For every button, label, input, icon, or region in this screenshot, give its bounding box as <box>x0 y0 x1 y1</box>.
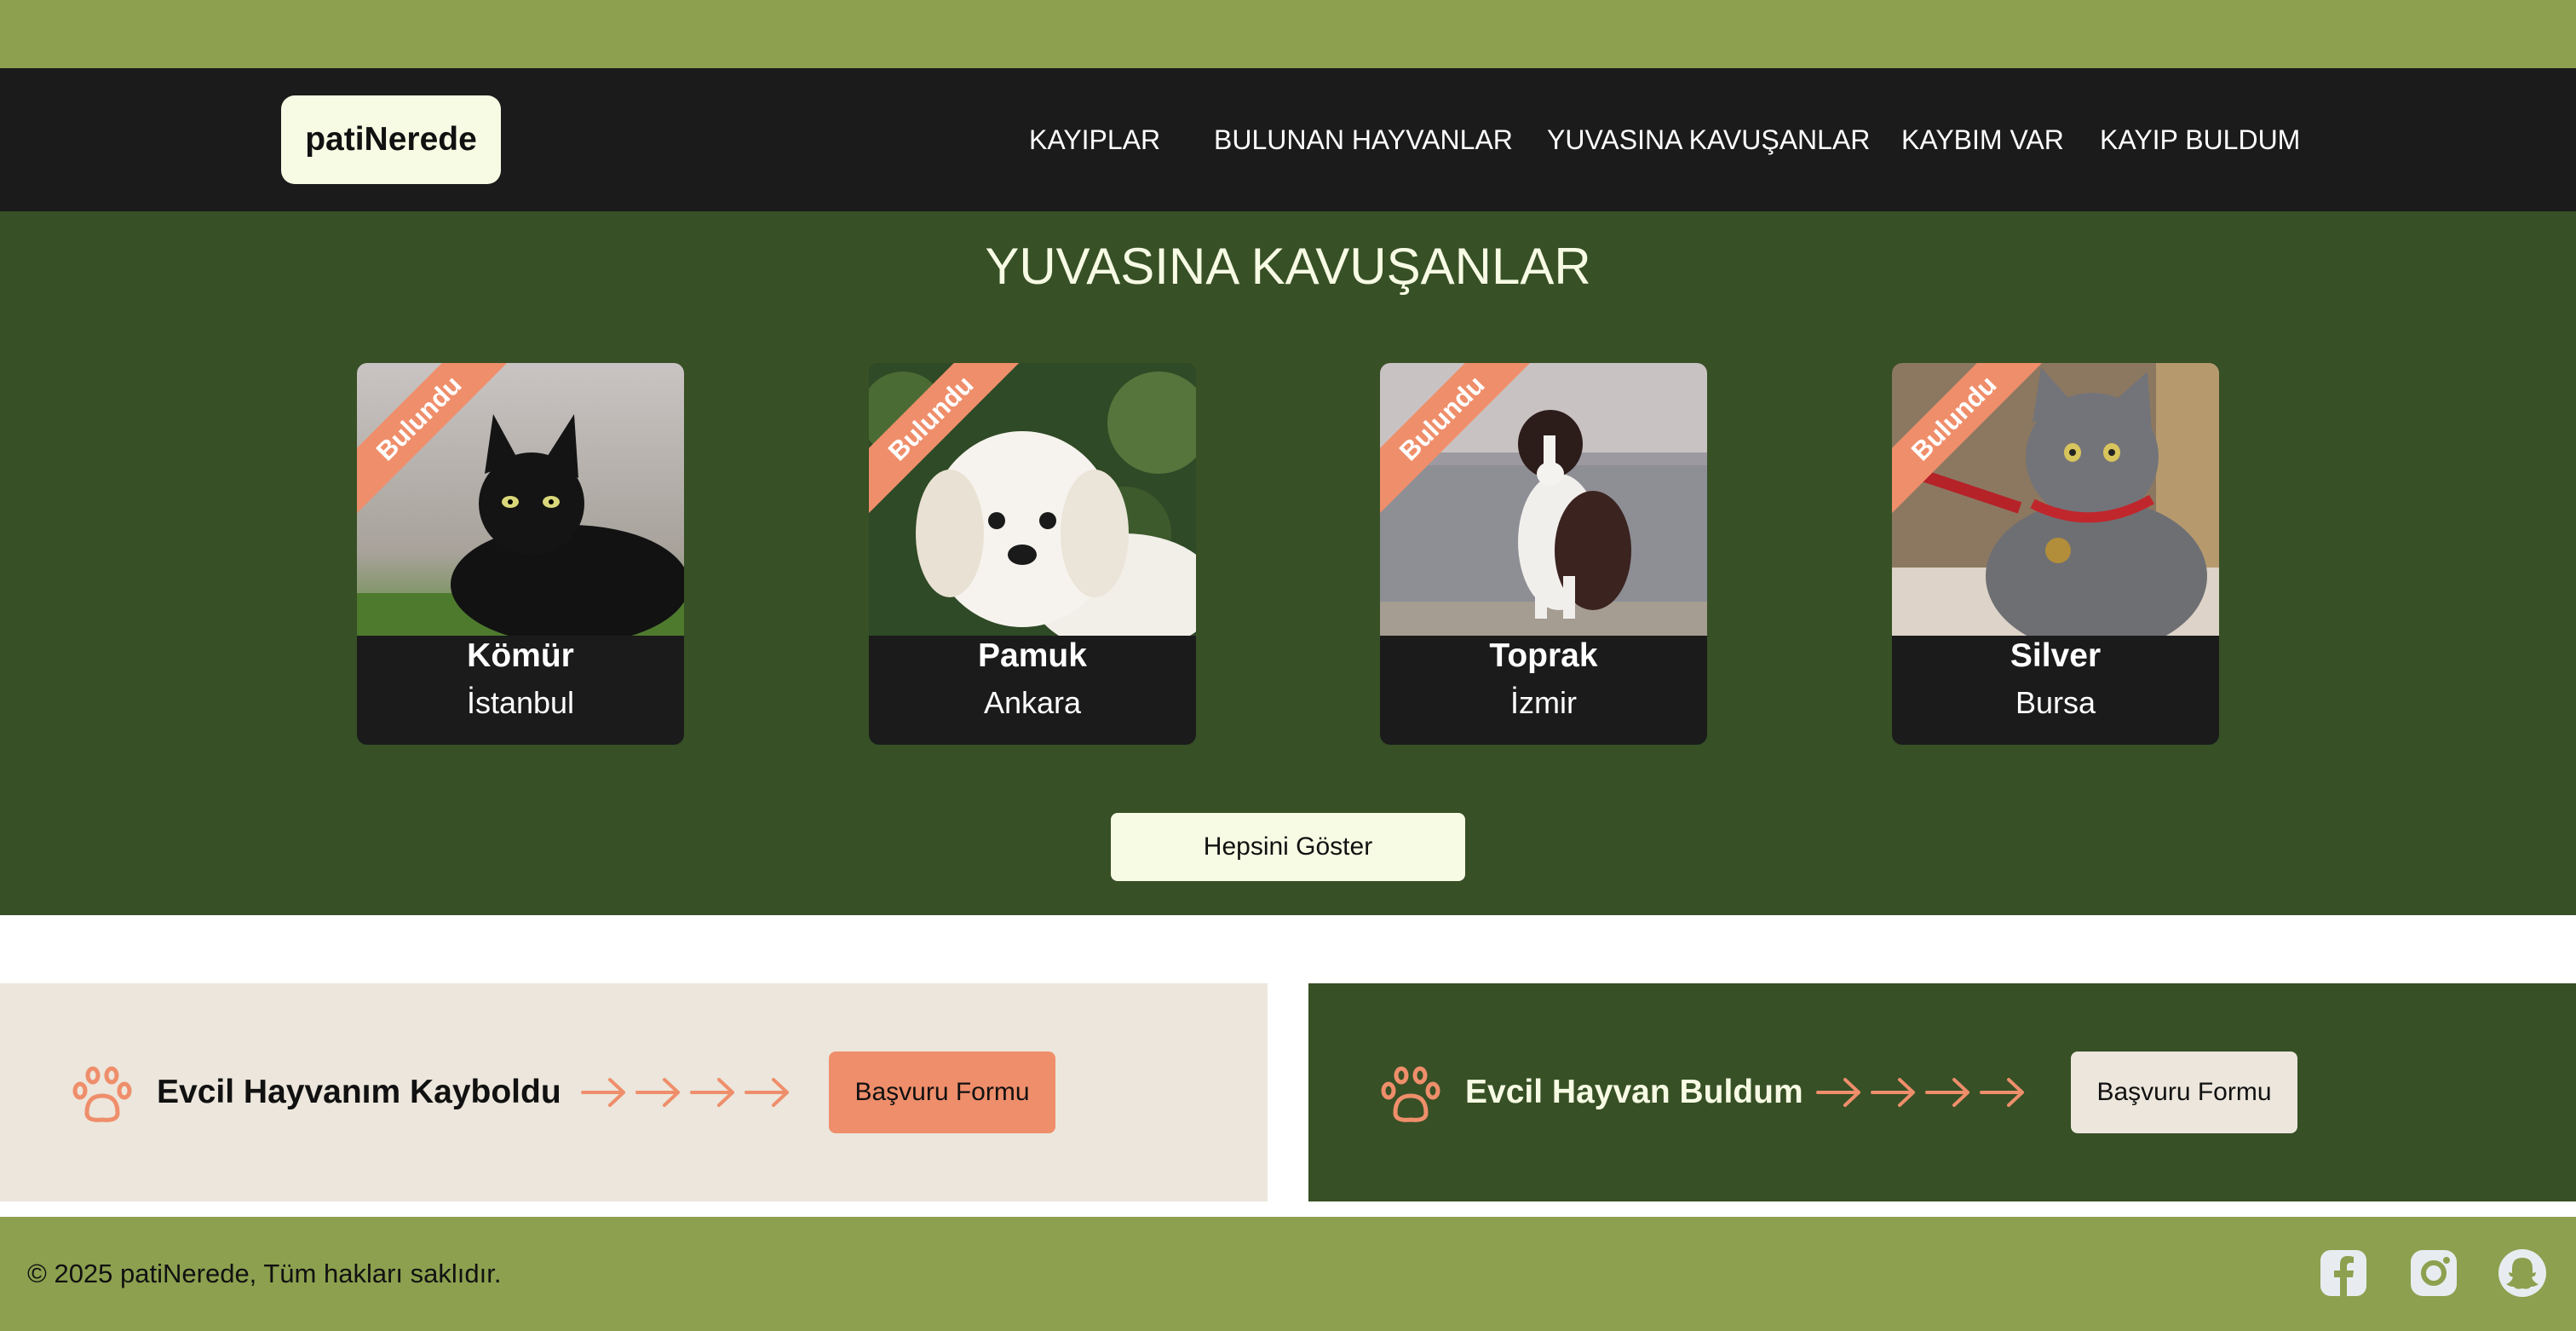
pet-name: Silver <box>2010 637 2102 674</box>
site-logo[interactable]: patiNerede <box>281 95 501 184</box>
nav-item-kayiplar[interactable]: KAYIPLAR <box>1029 68 1160 211</box>
show-all-button[interactable]: Hepsini Göster <box>1111 813 1465 881</box>
nav-item-kayip-buldum[interactable]: KAYIP BULDUM <box>2100 68 2300 211</box>
pet-city: İzmir <box>1510 685 1577 720</box>
pet-city: İstanbul <box>466 685 575 720</box>
footer: © 2025 patiNerede, Tüm hakları saklıdır. <box>0 1217 2576 1331</box>
border-collie-photo: Bulundu <box>1380 363 1707 636</box>
pet-card[interactable]: Bulundu Silver Bursa <box>1892 363 2219 745</box>
lost-pet-panel: Evcil Hayvanım Kayboldu Başvuru Formu <box>0 983 1268 1201</box>
pet-city: Ankara <box>983 685 1082 720</box>
pet-city: Bursa <box>2015 685 2096 720</box>
found-form-button[interactable]: Başvuru Formu <box>2071 1052 2297 1133</box>
facebook-icon[interactable] <box>2319 1248 2368 1298</box>
panel-title: Evcil Hayvanım Kayboldu <box>157 1074 561 1110</box>
nav-item-yuvasina-kavusanlar[interactable]: YUVASINA KAVUŞANLAR <box>1547 68 1870 211</box>
pet-card[interactable]: Bulundu Kömür İstanbul <box>357 363 684 745</box>
arrows-icon <box>1816 1078 2024 1107</box>
navbar: patiNerede KAYIPLAR BULUNAN HAYVANLAR YU… <box>0 68 2576 211</box>
instagram-icon[interactable] <box>2409 1248 2458 1298</box>
pet-name: Pamuk <box>978 637 1087 674</box>
paw-icon <box>1381 1066 1440 1122</box>
pet-card[interactable]: Bulundu Pamuk Ankara <box>869 363 1196 745</box>
paw-icon <box>72 1066 132 1122</box>
section-title: YUVASINA KAVUŞANLAR <box>985 238 1591 295</box>
black-cat-photo: Bulundu <box>357 363 684 636</box>
snapchat-icon[interactable] <box>2498 1248 2547 1298</box>
lost-form-button[interactable]: Başvuru Formu <box>829 1052 1055 1133</box>
grey-cat-photo: Bulundu <box>1892 363 2219 636</box>
top-strip <box>0 0 2576 68</box>
arrows-icon <box>581 1078 789 1107</box>
copyright-text: © 2025 patiNerede, Tüm hakları saklıdır. <box>27 1259 502 1288</box>
panel-title: Evcil Hayvan Buldum <box>1465 1074 1803 1110</box>
pet-name: Kömür <box>467 637 574 674</box>
pet-card[interactable]: Bulundu Toprak İzmir <box>1380 363 1707 745</box>
nav-item-kaybim-var[interactable]: KAYBIM VAR <box>1901 68 2064 211</box>
reunited-section: YUVASINA KAVUŞANLAR Bulundu Kömür İstanb… <box>0 211 2576 915</box>
pet-name: Toprak <box>1489 637 1598 674</box>
nav-item-bulunan-hayvanlar[interactable]: BULUNAN HAYVANLAR <box>1214 68 1513 211</box>
white-puppy-photo: Bulundu <box>869 363 1196 636</box>
found-pet-panel: Evcil Hayvan Buldum Başvuru Formu <box>1308 983 2576 1201</box>
